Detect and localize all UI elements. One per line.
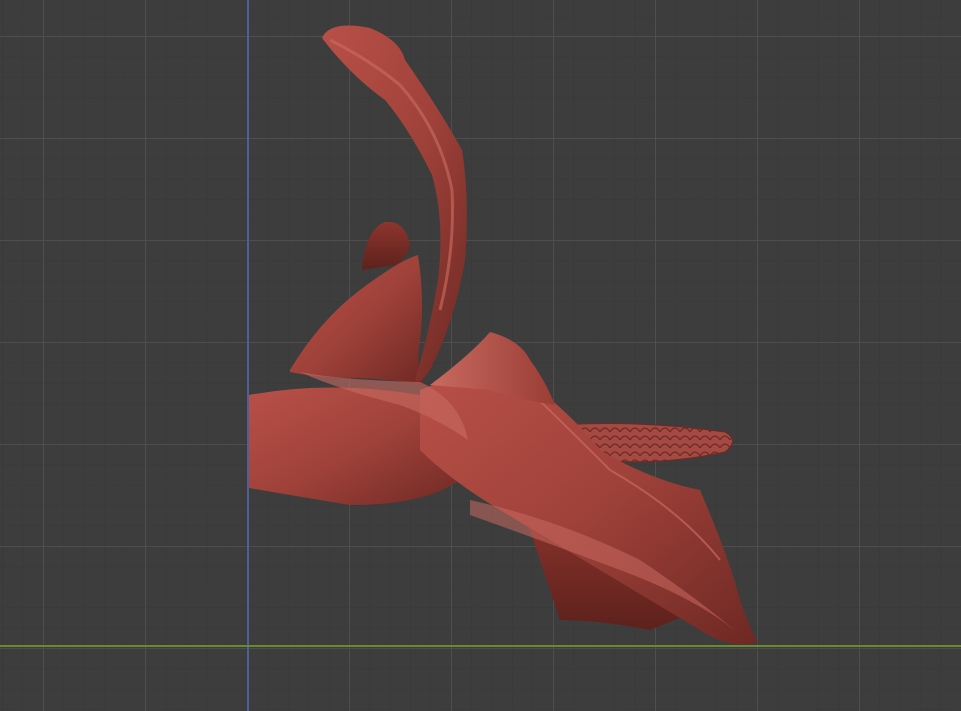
sculpted-model[interactable] bbox=[0, 0, 961, 711]
3d-viewport[interactable] bbox=[0, 0, 961, 711]
upper-left-fin bbox=[290, 255, 425, 385]
